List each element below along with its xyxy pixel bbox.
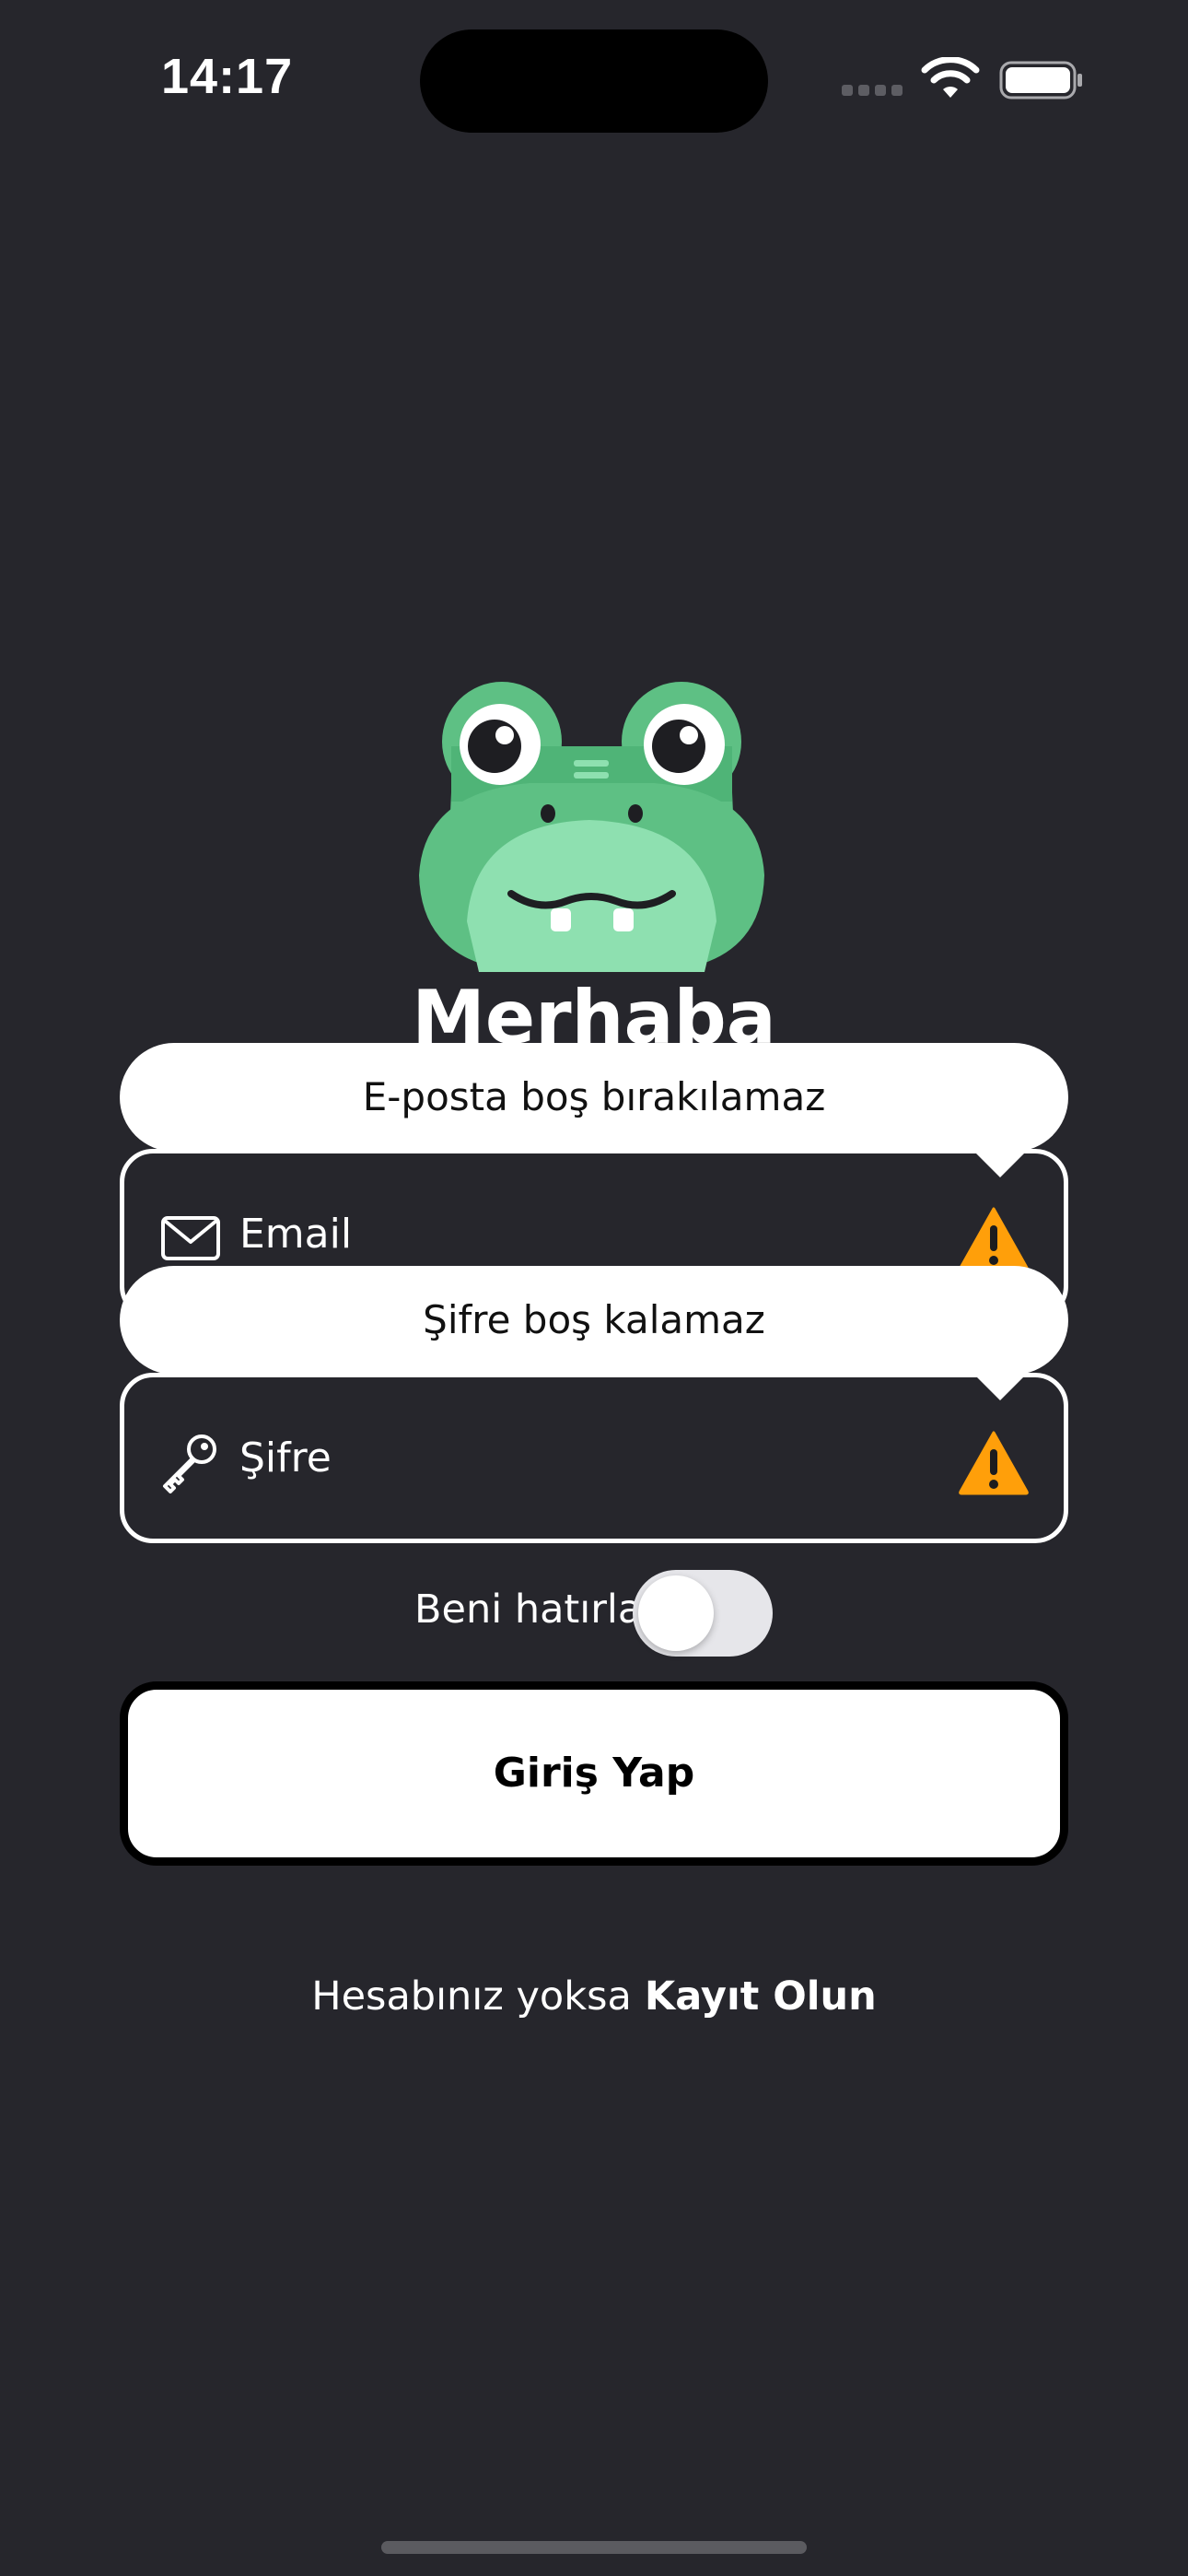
wifi-icon — [921, 57, 980, 98]
email-placeholder: Email — [239, 1211, 353, 1258]
battery-icon — [999, 61, 1082, 100]
status-time: 14:17 — [161, 49, 294, 104]
warning-triangle-icon — [959, 1207, 1029, 1271]
password-error-tooltip: Şifre boş kalamaz — [120, 1266, 1068, 1400]
dynamic-island — [420, 29, 768, 133]
register-link[interactable]: Kayıt Olun — [645, 1973, 877, 2020]
login-screen: 14:17 Merhaba Email E-posta boş bırakıla… — [0, 0, 1188, 2576]
home-indicator[interactable] — [381, 2541, 807, 2554]
warning-triangle-icon — [959, 1431, 1029, 1495]
remember-me-toggle[interactable] — [633, 1570, 773, 1657]
login-button[interactable]: Giriş Yap — [120, 1681, 1068, 1866]
register-prompt: Hesabınız yoksa — [311, 1973, 632, 2020]
cellular-signal-icon — [842, 81, 904, 96]
register-row: Hesabınız yoksa Kayıt Olun — [0, 1973, 1188, 2020]
frog-logo-icon — [419, 682, 764, 972]
toggle-knob — [638, 1575, 714, 1651]
envelope-icon — [161, 1216, 220, 1260]
key-icon — [163, 1434, 216, 1493]
password-field[interactable]: Şifre — [120, 1373, 1068, 1543]
password-placeholder: Şifre — [239, 1434, 332, 1481]
email-error-tooltip: E-posta boş bırakılamaz — [120, 1043, 1068, 1177]
remember-me-label: Beni hatırla — [414, 1587, 643, 1633]
